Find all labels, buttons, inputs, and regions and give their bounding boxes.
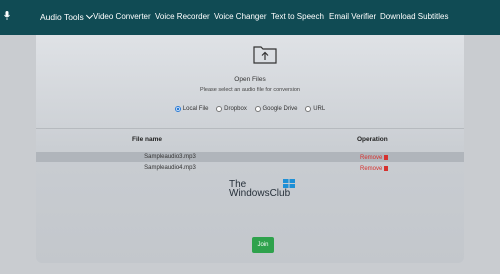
- chevron-down-icon: [85, 11, 93, 20]
- converter-panel: Open Files Please select an audio file f…: [36, 35, 464, 263]
- watermark-line2: WindowsClub: [229, 188, 291, 199]
- file-name: Sampleaudio4.mp3: [144, 165, 196, 171]
- source-local-file[interactable]: Local File: [174, 106, 209, 112]
- remove-button[interactable]: Remove: [360, 154, 389, 161]
- nav-voice-recorder[interactable]: Voice Recorder: [155, 12, 210, 22]
- file-name: Sampleaudio3.mp3: [144, 154, 196, 160]
- table-row: Sampleaudio4.mp3 Remove: [36, 163, 464, 173]
- nav-audio-tools[interactable]: Audio Tools: [40, 11, 93, 22]
- nav-text-to-speech[interactable]: Text to Speech: [271, 12, 324, 22]
- source-options: Local File Dropbox Google Drive URL: [36, 106, 464, 114]
- nav-email-verifier[interactable]: Email Verifier: [329, 12, 376, 22]
- radio[interactable]: [254, 106, 261, 112]
- table-row: Sampleaudio3.mp3 Remove: [36, 152, 464, 162]
- table-header: File name Operation: [36, 128, 464, 153]
- source-google-drive[interactable]: Google Drive: [254, 106, 298, 112]
- source-dropbox[interactable]: Dropbox: [216, 106, 247, 112]
- nav-video-converter[interactable]: Video Converter: [93, 12, 151, 22]
- trash-icon: [384, 155, 389, 160]
- microphone-icon[interactable]: [4, 11, 10, 20]
- trash-icon: [384, 166, 389, 171]
- open-files-subtitle: Please select an audio file for conversi…: [200, 87, 300, 93]
- nav-voice-changer[interactable]: Voice Changer: [214, 12, 266, 22]
- windows-flag-icon: [283, 179, 295, 188]
- radio[interactable]: [216, 106, 223, 112]
- source-label: URL: [313, 106, 326, 112]
- remove-label: Remove: [360, 155, 383, 161]
- column-file-name: File name: [132, 136, 162, 143]
- open-files-title: Open Files: [234, 76, 266, 83]
- radio[interactable]: [305, 106, 312, 112]
- upload-folder-icon[interactable]: [252, 43, 278, 65]
- watermark-logo: The WindowsClub: [229, 180, 291, 199]
- join-button[interactable]: Join: [252, 237, 274, 253]
- source-label: Dropbox: [224, 106, 247, 112]
- top-navigation-bar: Audio Tools Video Converter Voice Record…: [0, 0, 500, 35]
- radio-selected[interactable]: [174, 106, 181, 112]
- source-label: Google Drive: [262, 106, 298, 112]
- remove-button[interactable]: Remove: [360, 165, 389, 172]
- remove-label: Remove: [360, 166, 383, 172]
- source-label: Local File: [182, 106, 209, 112]
- nav-download-subtitles[interactable]: Download Subtitles: [380, 12, 448, 22]
- column-operation: Operation: [357, 136, 388, 143]
- source-url[interactable]: URL: [305, 106, 325, 112]
